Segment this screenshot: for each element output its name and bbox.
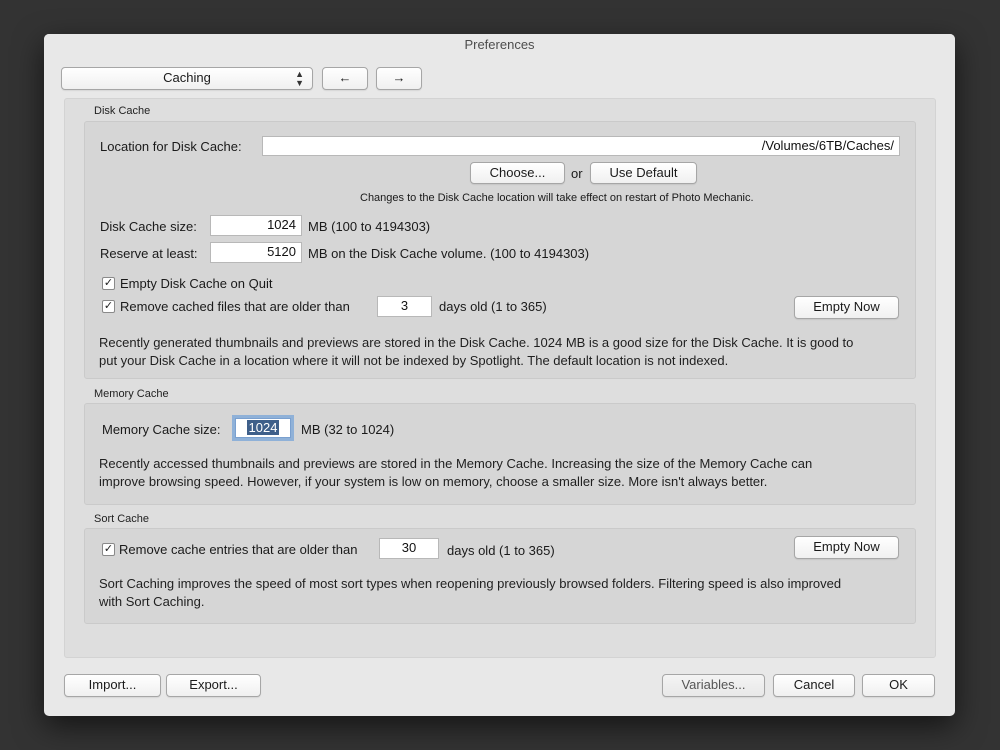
sort-remove-older-days-field[interactable]: 30 [379,538,439,559]
check-icon: ✓ [103,300,114,312]
export-button[interactable]: Export... [166,674,261,697]
sort-cache-description-line2: with Sort Caching. [99,594,205,609]
memory-cache-size-unit: MB (32 to 1024) [301,422,395,437]
sort-cache-group: ✓ Remove cache entries that are older th… [84,528,916,624]
preferences-window: Preferences Caching ▲ ▼ ← → Disk Cache Lo… [44,34,955,716]
disk-cache-description-line1: Recently generated thumbnails and previe… [99,335,854,350]
remove-older-checkbox[interactable]: ✓ [102,300,115,313]
memory-cache-group-title: Memory Cache [94,388,169,400]
remove-older-days-text: days old (1 to 365) [439,299,547,314]
remove-older-days-field[interactable]: 3 [377,296,432,317]
sort-remove-older-days-text: days old (1 to 365) [447,543,555,558]
sort-cache-group-title: Sort Cache [94,513,150,525]
content-area: Disk Cache Location for Disk Cache: /Vol… [64,98,936,658]
category-popup-label: Caching [163,70,211,85]
memory-cache-size-value: 1024 [246,420,280,435]
check-icon: ✓ [103,277,114,289]
memory-cache-description-line1: Recently accessed thumbnails and preview… [99,456,813,471]
back-arrow-icon: ← [338,70,352,85]
use-default-button[interactable]: Use Default [590,162,697,184]
disk-cache-group: Location for Disk Cache: /Volumes/6TB/Ca… [84,121,916,379]
choose-button[interactable]: Choose... [470,162,565,184]
check-icon: ✓ [103,543,114,555]
ok-button[interactable]: OK [862,674,935,697]
memory-cache-description-line2: improve browsing speed. However, if your… [99,474,768,489]
disk-cache-group-title: Disk Cache [94,105,151,117]
location-label: Location for Disk Cache: [100,139,242,154]
disk-cache-size-unit: MB (100 to 4194303) [308,219,431,234]
category-popup[interactable]: Caching ▲ ▼ [61,67,313,90]
disk-cache-size-field[interactable]: 1024 [210,215,302,236]
sort-remove-older-checkbox[interactable]: ✓ [102,543,115,556]
restart-note: Changes to the Disk Cache location will … [360,192,754,204]
up-down-chevron-icon: ▲ ▼ [295,69,304,88]
sort-empty-now-button[interactable]: Empty Now [794,536,899,559]
disk-cache-size-label: Disk Cache size: [100,219,197,234]
empty-on-quit-checkbox[interactable]: ✓ [102,277,115,290]
reserve-label: Reserve at least: [100,246,198,261]
location-field[interactable]: /Volumes/6TB/Caches/ [262,136,900,156]
window-title: Preferences [44,34,955,56]
memory-cache-group: Memory Cache size: 1024 MB (32 to 1024) … [84,403,916,505]
disk-cache-description-line2: put your Disk Cache in a location where … [99,353,729,368]
disk-empty-now-button[interactable]: Empty Now [794,296,899,319]
forward-arrow-icon: → [392,70,406,85]
back-button[interactable]: ← [322,67,368,90]
variables-button[interactable]: Variables... [662,674,765,697]
remove-older-label: Remove cached files that are older than [120,299,350,314]
or-text: or [571,166,583,181]
empty-on-quit-label: Empty Disk Cache on Quit [120,276,273,291]
memory-cache-size-label: Memory Cache size: [102,422,221,437]
sort-remove-older-label: Remove cache entries that are older than [119,542,358,557]
memory-cache-size-field[interactable]: 1024 [235,418,291,438]
import-button[interactable]: Import... [64,674,161,697]
reserve-unit: MB on the Disk Cache volume. (100 to 419… [308,246,590,261]
sort-cache-description-line1: Sort Caching improves the speed of most … [99,576,842,591]
reserve-field[interactable]: 5120 [210,242,302,263]
forward-button[interactable]: → [376,67,422,90]
cancel-button[interactable]: Cancel [773,674,855,697]
